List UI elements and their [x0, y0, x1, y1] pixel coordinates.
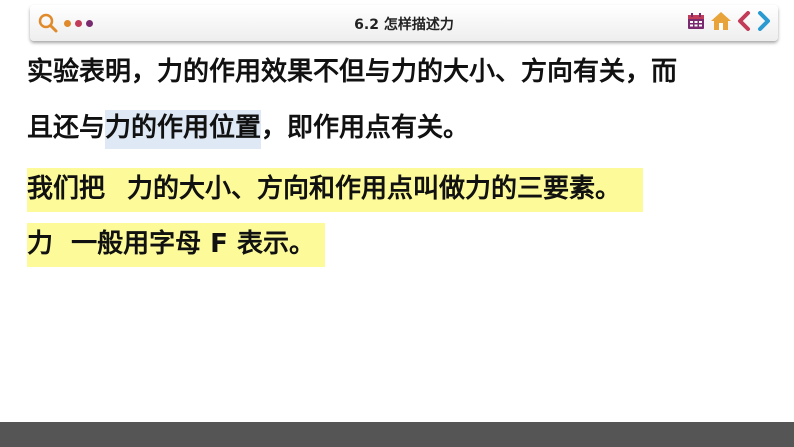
- previous-icon[interactable]: [736, 11, 752, 31]
- text-line-3: 我们把 力的大小、方向和作用点叫做力的三要素。: [27, 168, 644, 212]
- text-line-1: 实验表明，力的作用效果不但与力的大小、方向有关，而: [27, 57, 678, 87]
- bottom-bar: [0, 422, 794, 447]
- home-icon[interactable]: [710, 11, 732, 31]
- highlighted-phrase: 力的大小、方向和作用点叫做力的三要素。: [127, 168, 644, 212]
- page-title: 6.2 怎样描述力: [354, 17, 454, 33]
- highlighted-phrase: 力的作用位置: [105, 110, 262, 149]
- text-line-4: 力 一般用字母 F 表示。: [27, 223, 325, 267]
- highlighted-phrase: 力 一般用字母 F 表示。: [27, 223, 325, 267]
- text-segment: 且还与: [27, 113, 106, 143]
- calendar-icon[interactable]: [686, 11, 706, 31]
- slide-page: 6.2 怎样描述力 实验表明，力的作用效果不但与力的大小、方向有关，而 且还与力…: [0, 0, 794, 447]
- highlighted-lead: 我们把: [27, 168, 128, 212]
- text-segment: ，即作用点有关。: [261, 113, 470, 143]
- top-navigation-bar: 6.2 怎样描述力: [30, 5, 778, 41]
- next-icon[interactable]: [756, 11, 772, 31]
- text-line-2: 且还与力的作用位置，即作用点有关。: [27, 110, 470, 149]
